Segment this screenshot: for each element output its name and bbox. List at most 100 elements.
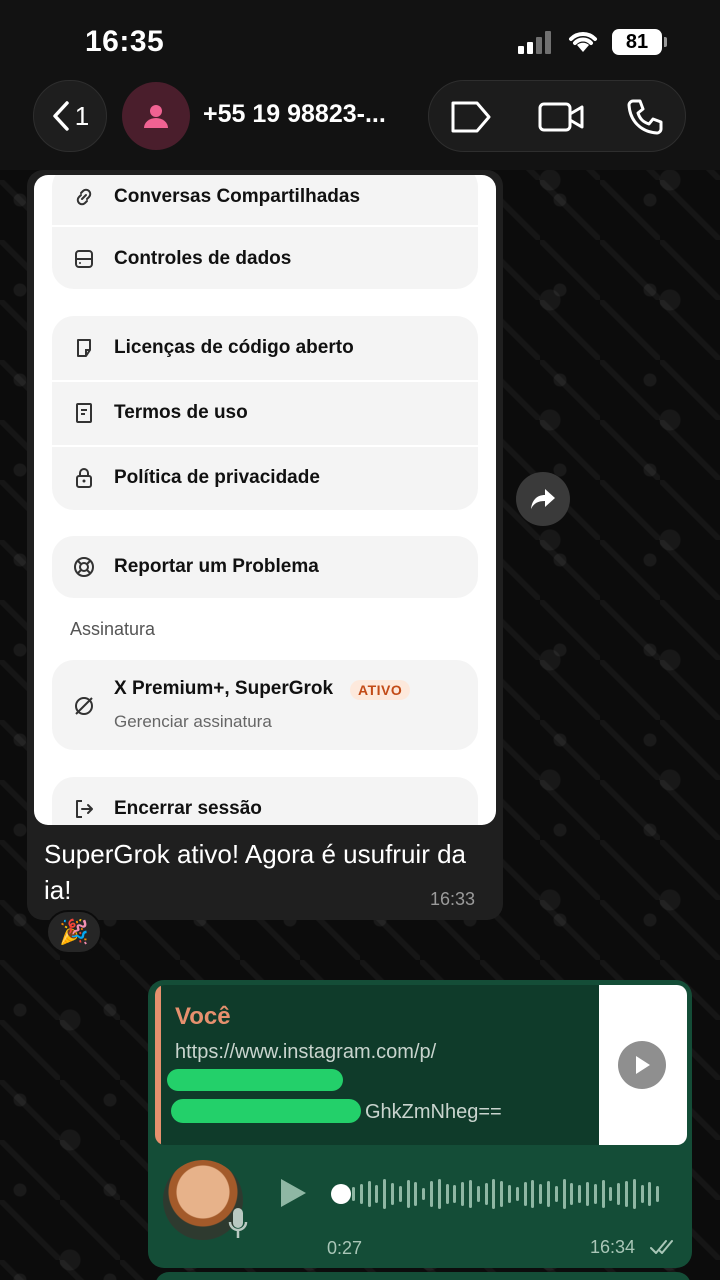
shared-screenshot[interactable]: Conversas Compartilhadas Controles de da… <box>34 175 496 825</box>
read-ticks-icon <box>650 1240 673 1254</box>
waveform-bar <box>469 1180 472 1208</box>
waveform-bar <box>476 1186 480 1202</box>
waveform-bar <box>625 1181 628 1207</box>
settings-group-1: Conversas Compartilhadas Controles de da… <box>52 175 478 289</box>
unread-count: 1 <box>74 100 90 131</box>
waveform-bar <box>484 1183 488 1205</box>
row-report-problem: Reportar um Problema <box>52 536 478 598</box>
subscription-slash-icon <box>75 697 93 715</box>
waveform-bar <box>453 1185 457 1203</box>
person-icon <box>144 105 168 128</box>
next-message-edge <box>155 1272 691 1280</box>
playback-scrubber[interactable] <box>331 1184 351 1204</box>
status-bar: 16:35 81 <box>0 0 720 80</box>
header-actions <box>428 80 686 152</box>
row-label: Termos de uso <box>114 402 248 423</box>
lifebuoy-icon <box>74 557 94 577</box>
phone-call-icon[interactable] <box>625 97 665 137</box>
row-label: Encerrar sessão <box>114 798 262 819</box>
chat-header: 1 +55 19 98823-... <box>0 80 720 170</box>
row-licenses: Licenças de código aberto <box>52 316 478 380</box>
incoming-message-time: 16:33 <box>430 889 476 909</box>
message-reaction[interactable]: 🎉 <box>46 910 102 954</box>
manage-subscription-label: Gerenciar assinatura <box>114 712 272 731</box>
thumbnail-play-icon <box>618 1041 666 1089</box>
row-label: Licenças de código aberto <box>114 337 354 358</box>
contact-avatar[interactable] <box>122 82 190 150</box>
waveform-bar <box>383 1179 387 1209</box>
row-label: Reportar um Problema <box>114 556 319 577</box>
forward-button[interactable] <box>516 472 570 526</box>
section-label-subscription: Assinatura <box>70 619 156 639</box>
back-button[interactable]: 1 <box>33 80 107 152</box>
row-label: Controles de dados <box>114 248 292 269</box>
waveform-bar <box>515 1187 519 1201</box>
row-shared-conversations: Conversas Compartilhadas <box>52 175 478 229</box>
waveform-bar <box>539 1184 543 1204</box>
quoted-message[interactable]: Você https://www.instagram.com/p/ GhkZmN… <box>155 985 687 1145</box>
waveform-bar <box>648 1182 652 1206</box>
waveform-bar <box>632 1179 636 1209</box>
waveform-bar <box>406 1180 410 1208</box>
waveform-bar <box>609 1187 613 1201</box>
battery-indicator: 81 <box>612 29 667 55</box>
waveform-bar <box>578 1185 582 1203</box>
active-badge: ATIVO <box>350 680 411 700</box>
waveform-bar <box>359 1184 363 1204</box>
waveform-bar <box>391 1183 394 1205</box>
waveform-bar <box>352 1187 355 1201</box>
waveform-bar <box>554 1186 558 1202</box>
waveform-bar <box>430 1181 433 1207</box>
quote-author: Você <box>175 1003 231 1030</box>
lock-icon <box>76 468 92 488</box>
waveform-bar <box>570 1183 574 1205</box>
waveform-bar <box>375 1185 379 1203</box>
waveform-bar <box>562 1179 566 1209</box>
subscription-card: X Premium+, SuperGrok ATIVO Gerenciar as… <box>52 660 478 750</box>
waveform-bar <box>586 1182 589 1206</box>
row-label: Política de privacidade <box>114 467 320 488</box>
outgoing-message-time: 16:34 <box>590 1237 636 1257</box>
voice-duration: 0:27 <box>327 1238 363 1258</box>
row-terms: Termos de uso <box>52 381 478 445</box>
waveform-bar <box>437 1179 441 1209</box>
document-icon <box>77 339 91 357</box>
quote-accent-bar <box>155 985 161 1145</box>
terms-document-icon <box>76 403 92 423</box>
settings-group-3: Reportar um Problema <box>52 536 478 598</box>
waveform-bar <box>523 1182 527 1206</box>
subscription-title: X Premium+, SuperGrok <box>114 678 334 699</box>
waveform-bar <box>500 1181 504 1207</box>
waveform-bar <box>445 1184 449 1204</box>
waveform-bar <box>492 1179 496 1209</box>
logout-icon <box>76 800 93 818</box>
waveform-bar <box>617 1183 621 1205</box>
forward-arrow-icon <box>531 489 555 509</box>
waveform-bar <box>531 1180 535 1208</box>
label-tag-icon[interactable] <box>449 97 493 137</box>
row-data-controls: Controles de dados <box>52 227 478 291</box>
video-call-icon[interactable] <box>537 97 585 137</box>
chevron-left-icon <box>53 101 69 131</box>
redaction-mark <box>171 1099 361 1123</box>
link-icon <box>76 188 92 206</box>
row-logout: Encerrar sessão <box>52 777 478 825</box>
waveform-bar <box>640 1185 644 1203</box>
waveform-bar <box>367 1181 371 1207</box>
quote-link-text: https://www.instagram.com/p/ <box>175 1041 437 1063</box>
contact-name[interactable]: +55 19 98823-... <box>203 100 386 129</box>
cellular-signal-icon <box>518 30 558 54</box>
settings-group-logout: Encerrar sessão <box>52 777 478 825</box>
row-privacy: Política de privacidade <box>52 446 478 510</box>
waveform-bar <box>593 1184 597 1204</box>
waveform-bar <box>422 1188 426 1200</box>
play-icon[interactable] <box>278 1176 308 1210</box>
quote-thumbnail <box>599 985 687 1145</box>
redaction-mark <box>167 1069 343 1091</box>
voice-waveform[interactable] <box>352 1176 664 1212</box>
waveform-bar <box>398 1186 402 1202</box>
waveform-bar <box>508 1185 511 1203</box>
database-icon <box>75 250 93 268</box>
microphone-icon <box>228 1208 248 1238</box>
waveform-bar <box>547 1181 550 1207</box>
